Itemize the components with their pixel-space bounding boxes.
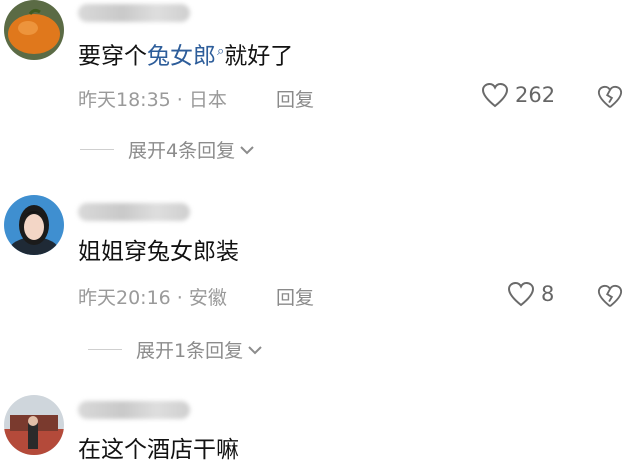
username[interactable] bbox=[78, 4, 190, 22]
username[interactable] bbox=[78, 203, 190, 221]
comment-item: 姐姐穿兔女郎装 昨天20:16 · 安徽 回复 8 展开1条回复 bbox=[0, 195, 640, 370]
like-count: 262 bbox=[515, 83, 556, 107]
comment-meta: 昨天20:16 · 安徽 bbox=[78, 287, 227, 309]
topic-link[interactable]: 兔女郎 bbox=[147, 44, 216, 70]
comment-text: 要穿个兔女郎⌕就好了 bbox=[78, 43, 294, 70]
comment-item: 在这个酒店干嘛 bbox=[0, 395, 640, 473]
like-button[interactable]: 262 bbox=[481, 82, 555, 108]
username[interactable] bbox=[78, 401, 190, 419]
divider bbox=[80, 149, 114, 150]
comment-text: 姐姐穿兔女郎装 bbox=[78, 239, 239, 265]
chevron-down-icon bbox=[240, 145, 254, 154]
heart-icon bbox=[507, 281, 535, 307]
like-button[interactable]: 8 bbox=[507, 281, 554, 307]
like-count: 8 bbox=[541, 282, 555, 306]
heart-icon bbox=[481, 82, 509, 108]
avatar[interactable] bbox=[4, 395, 64, 455]
avatar[interactable] bbox=[4, 195, 64, 255]
comment-text: 在这个酒店干嘛 bbox=[78, 437, 239, 463]
expand-replies-button[interactable]: 展开4条回复 bbox=[80, 136, 255, 163]
reply-button[interactable]: 回复 bbox=[276, 283, 314, 310]
avatar[interactable] bbox=[4, 0, 64, 60]
chevron-down-icon bbox=[248, 345, 262, 354]
divider bbox=[88, 349, 122, 350]
reply-button[interactable]: 回复 bbox=[276, 85, 314, 112]
broken-heart-icon[interactable] bbox=[597, 283, 623, 309]
expand-replies-label: 展开1条回复 bbox=[136, 340, 244, 362]
expand-replies-label: 展开4条回复 bbox=[128, 140, 236, 162]
broken-heart-icon[interactable] bbox=[597, 84, 623, 110]
expand-replies-button[interactable]: 展开1条回复 bbox=[88, 336, 263, 363]
comment-meta: 昨天18:35 · 日本 bbox=[78, 89, 227, 111]
comment-item: 要穿个兔女郎⌕就好了 昨天18:35 · 日本 回复 262 展开4条回复 bbox=[0, 0, 640, 175]
